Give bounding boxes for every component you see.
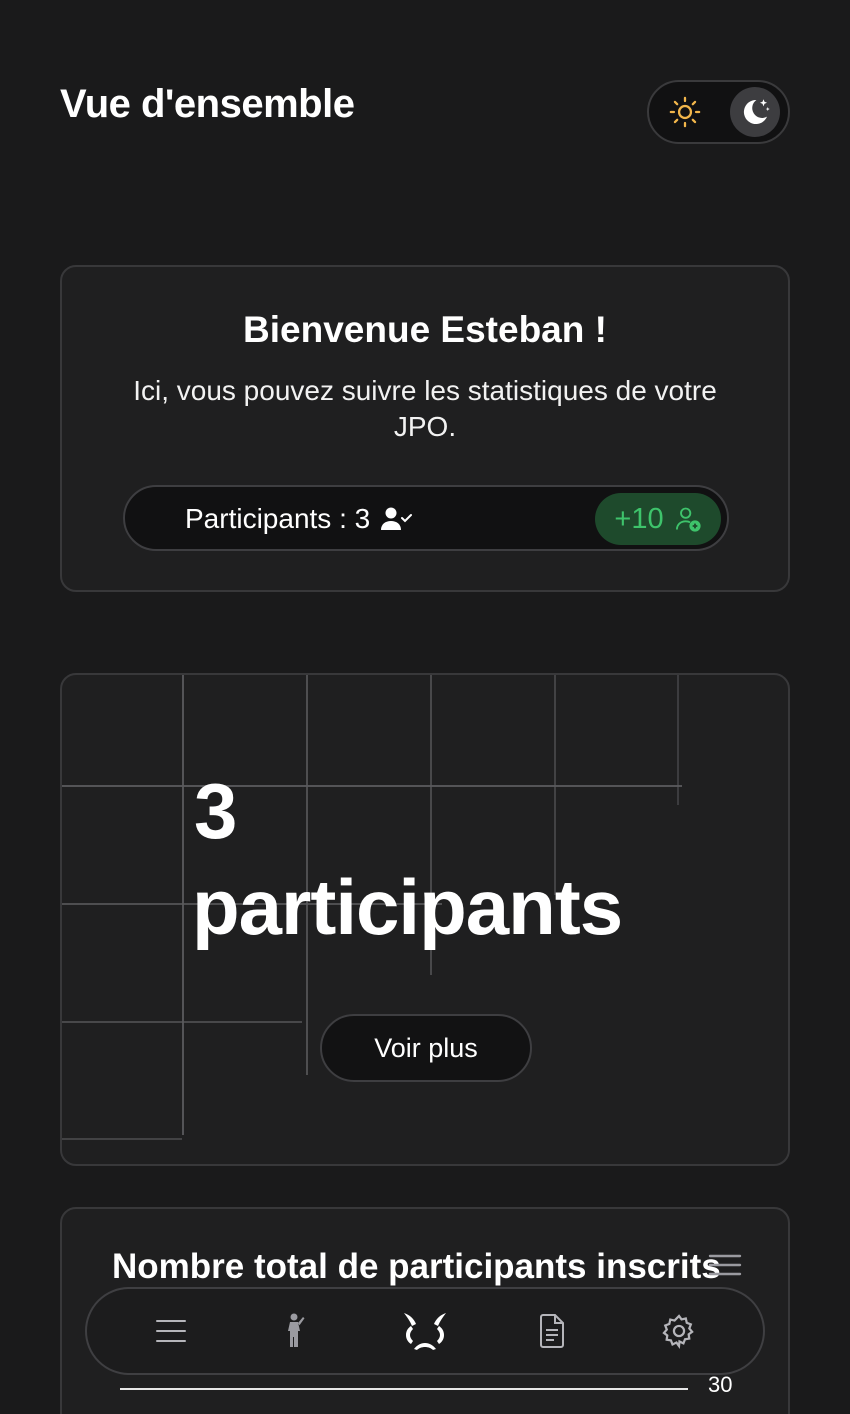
moon-stars-icon: [743, 99, 770, 125]
person-icon: [287, 1313, 305, 1347]
nav-participants[interactable]: [268, 1301, 328, 1361]
nav-menu[interactable]: [141, 1301, 201, 1361]
participants-count: Participants : 3: [185, 503, 413, 535]
participants-stat-card: 3 participants Voir plus: [60, 673, 790, 1166]
menu-icon: [155, 1320, 186, 1342]
user-check-icon: [381, 507, 413, 530]
chart-menu-icon[interactable]: [708, 1253, 742, 1277]
participants-label: Participants : 3: [185, 503, 371, 534]
chart-tick-label: 30: [708, 1372, 733, 1397]
total-participants-title: Nombre total de participants inscrits: [112, 1247, 721, 1286]
welcome-card: Bienvenue Esteban ! Ici, vous pouvez sui…: [60, 265, 790, 592]
add-participants-button[interactable]: +10: [595, 493, 721, 545]
see-more-button[interactable]: Voir plus: [320, 1014, 532, 1082]
nav-settings[interactable]: [649, 1301, 709, 1361]
page-title: Vue d'ensemble: [60, 82, 355, 126]
dashboard-logo-icon: [403, 1313, 446, 1350]
welcome-title: Bienvenue Esteban !: [243, 309, 607, 350]
page: Vue d'ensemble Bienvenue Esteban ! Ici, …: [0, 0, 850, 1414]
sun-icon: [669, 96, 701, 128]
nav-dashboard[interactable]: [395, 1301, 455, 1361]
bottom-navigation: [85, 1287, 765, 1375]
light-mode-button[interactable]: [663, 90, 707, 134]
add-participants-label: +10: [614, 502, 664, 535]
user-add-icon: [675, 507, 701, 532]
nav-documents[interactable]: [522, 1301, 582, 1361]
welcome-text: Ici, vous pouvez suivre les statistiques…: [133, 375, 717, 442]
dark-mode-button[interactable]: [730, 87, 780, 137]
participants-number: 3: [194, 767, 238, 855]
participants-summary: Participants : 3 +10: [123, 485, 729, 551]
participants-stat-label: participants: [192, 863, 623, 951]
gear-icon: [662, 1314, 695, 1350]
theme-toggle[interactable]: [647, 80, 790, 144]
document-icon: [540, 1314, 565, 1348]
chart-axis: [120, 1388, 688, 1390]
